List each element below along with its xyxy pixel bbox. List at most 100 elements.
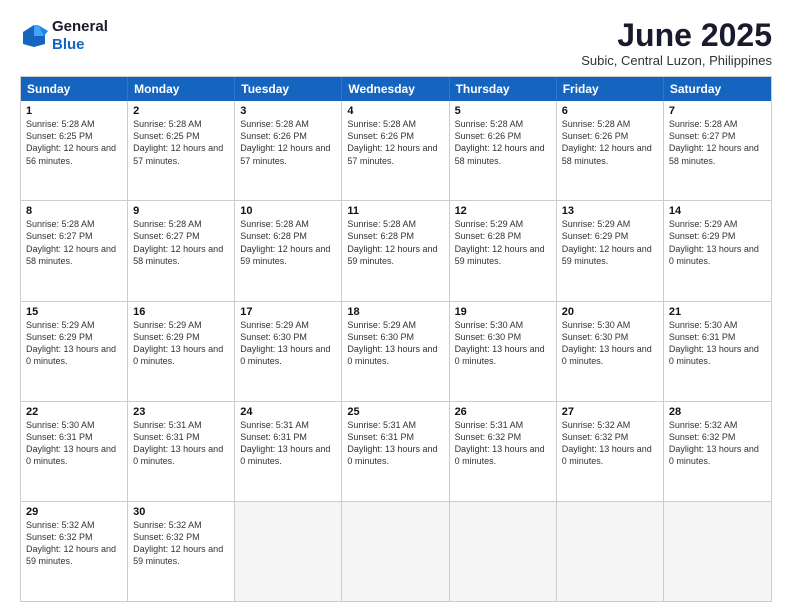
- cal-row-2: 8 Sunrise: 5:28 AMSunset: 6:27 PMDayligh…: [21, 200, 771, 300]
- day-number: 22: [26, 406, 122, 418]
- day-info: Sunrise: 5:28 AMSunset: 6:27 PMDaylight:…: [133, 218, 229, 267]
- cell-2-thu: 12 Sunrise: 5:29 AMSunset: 6:28 PMDaylig…: [450, 201, 557, 300]
- cell-4-tue: 24 Sunrise: 5:31 AMSunset: 6:31 PMDaylig…: [235, 402, 342, 501]
- cal-row-4: 22 Sunrise: 5:30 AMSunset: 6:31 PMDaylig…: [21, 401, 771, 501]
- cell-5-sun: 29 Sunrise: 5:32 AMSunset: 6:32 PMDaylig…: [21, 502, 128, 601]
- weekday-monday: Monday: [128, 77, 235, 101]
- day-info: Sunrise: 5:31 AMSunset: 6:32 PMDaylight:…: [455, 419, 551, 468]
- day-info: Sunrise: 5:29 AMSunset: 6:30 PMDaylight:…: [240, 319, 336, 368]
- cell-2-tue: 10 Sunrise: 5:28 AMSunset: 6:28 PMDaylig…: [235, 201, 342, 300]
- day-info: Sunrise: 5:29 AMSunset: 6:29 PMDaylight:…: [669, 218, 766, 267]
- day-info: Sunrise: 5:28 AMSunset: 6:27 PMDaylight:…: [26, 218, 122, 267]
- day-info: Sunrise: 5:32 AMSunset: 6:32 PMDaylight:…: [133, 519, 229, 568]
- day-number: 16: [133, 306, 229, 318]
- day-info: Sunrise: 5:30 AMSunset: 6:31 PMDaylight:…: [26, 419, 122, 468]
- day-number: 29: [26, 506, 122, 518]
- cell-5-mon: 30 Sunrise: 5:32 AMSunset: 6:32 PMDaylig…: [128, 502, 235, 601]
- cell-1-mon: 2 Sunrise: 5:28 AMSunset: 6:25 PMDayligh…: [128, 101, 235, 200]
- day-info: Sunrise: 5:29 AMSunset: 6:30 PMDaylight:…: [347, 319, 443, 368]
- day-number: 3: [240, 105, 336, 117]
- month-title: June 2025: [581, 18, 772, 53]
- cell-4-sun: 22 Sunrise: 5:30 AMSunset: 6:31 PMDaylig…: [21, 402, 128, 501]
- cell-4-wed: 25 Sunrise: 5:31 AMSunset: 6:31 PMDaylig…: [342, 402, 449, 501]
- cal-row-3: 15 Sunrise: 5:29 AMSunset: 6:29 PMDaylig…: [21, 301, 771, 401]
- calendar-header: Sunday Monday Tuesday Wednesday Thursday…: [21, 77, 771, 101]
- cell-3-tue: 17 Sunrise: 5:29 AMSunset: 6:30 PMDaylig…: [235, 302, 342, 401]
- day-number: 24: [240, 406, 336, 418]
- day-info: Sunrise: 5:30 AMSunset: 6:31 PMDaylight:…: [669, 319, 766, 368]
- day-info: Sunrise: 5:29 AMSunset: 6:29 PMDaylight:…: [26, 319, 122, 368]
- logo-line2: Blue: [52, 36, 108, 54]
- cal-row-5: 29 Sunrise: 5:32 AMSunset: 6:32 PMDaylig…: [21, 501, 771, 601]
- day-number: 15: [26, 306, 122, 318]
- logo: General Blue: [20, 18, 108, 54]
- cell-2-wed: 11 Sunrise: 5:28 AMSunset: 6:28 PMDaylig…: [342, 201, 449, 300]
- day-info: Sunrise: 5:32 AMSunset: 6:32 PMDaylight:…: [562, 419, 658, 468]
- day-info: Sunrise: 5:28 AMSunset: 6:25 PMDaylight:…: [133, 118, 229, 167]
- day-info: Sunrise: 5:28 AMSunset: 6:26 PMDaylight:…: [455, 118, 551, 167]
- day-info: Sunrise: 5:32 AMSunset: 6:32 PMDaylight:…: [669, 419, 766, 468]
- day-info: Sunrise: 5:28 AMSunset: 6:27 PMDaylight:…: [669, 118, 766, 167]
- calendar: Sunday Monday Tuesday Wednesday Thursday…: [20, 76, 772, 602]
- day-number: 28: [669, 406, 766, 418]
- day-number: 20: [562, 306, 658, 318]
- weekday-sunday: Sunday: [21, 77, 128, 101]
- day-info: Sunrise: 5:28 AMSunset: 6:25 PMDaylight:…: [26, 118, 122, 167]
- calendar-body: 1 Sunrise: 5:28 AMSunset: 6:25 PMDayligh…: [21, 101, 771, 601]
- logo-text: General Blue: [52, 18, 108, 54]
- cell-3-sat: 21 Sunrise: 5:30 AMSunset: 6:31 PMDaylig…: [664, 302, 771, 401]
- day-info: Sunrise: 5:28 AMSunset: 6:26 PMDaylight:…: [347, 118, 443, 167]
- cell-1-thu: 5 Sunrise: 5:28 AMSunset: 6:26 PMDayligh…: [450, 101, 557, 200]
- cell-3-mon: 16 Sunrise: 5:29 AMSunset: 6:29 PMDaylig…: [128, 302, 235, 401]
- cell-3-wed: 18 Sunrise: 5:29 AMSunset: 6:30 PMDaylig…: [342, 302, 449, 401]
- weekday-wednesday: Wednesday: [342, 77, 449, 101]
- day-number: 19: [455, 306, 551, 318]
- day-number: 30: [133, 506, 229, 518]
- day-number: 23: [133, 406, 229, 418]
- day-number: 27: [562, 406, 658, 418]
- cell-1-tue: 3 Sunrise: 5:28 AMSunset: 6:26 PMDayligh…: [235, 101, 342, 200]
- cell-5-thu-empty: [450, 502, 557, 601]
- cell-5-wed-empty: [342, 502, 449, 601]
- cell-2-fri: 13 Sunrise: 5:29 AMSunset: 6:29 PMDaylig…: [557, 201, 664, 300]
- header: General Blue June 2025 Subic, Central Lu…: [20, 18, 772, 68]
- cell-2-sun: 8 Sunrise: 5:28 AMSunset: 6:27 PMDayligh…: [21, 201, 128, 300]
- cell-5-fri-empty: [557, 502, 664, 601]
- day-number: 2: [133, 105, 229, 117]
- cell-3-sun: 15 Sunrise: 5:29 AMSunset: 6:29 PMDaylig…: [21, 302, 128, 401]
- cell-4-mon: 23 Sunrise: 5:31 AMSunset: 6:31 PMDaylig…: [128, 402, 235, 501]
- day-number: 9: [133, 205, 229, 217]
- cell-1-fri: 6 Sunrise: 5:28 AMSunset: 6:26 PMDayligh…: [557, 101, 664, 200]
- day-info: Sunrise: 5:29 AMSunset: 6:29 PMDaylight:…: [133, 319, 229, 368]
- day-number: 25: [347, 406, 443, 418]
- cell-1-sun: 1 Sunrise: 5:28 AMSunset: 6:25 PMDayligh…: [21, 101, 128, 200]
- day-number: 7: [669, 105, 766, 117]
- day-number: 6: [562, 105, 658, 117]
- day-info: Sunrise: 5:31 AMSunset: 6:31 PMDaylight:…: [133, 419, 229, 468]
- day-info: Sunrise: 5:29 AMSunset: 6:29 PMDaylight:…: [562, 218, 658, 267]
- day-info: Sunrise: 5:28 AMSunset: 6:26 PMDaylight:…: [562, 118, 658, 167]
- logo-icon: [20, 22, 48, 50]
- day-info: Sunrise: 5:28 AMSunset: 6:26 PMDaylight:…: [240, 118, 336, 167]
- cell-5-sat-empty: [664, 502, 771, 601]
- day-info: Sunrise: 5:29 AMSunset: 6:28 PMDaylight:…: [455, 218, 551, 267]
- cell-4-thu: 26 Sunrise: 5:31 AMSunset: 6:32 PMDaylig…: [450, 402, 557, 501]
- day-number: 10: [240, 205, 336, 217]
- page: General Blue June 2025 Subic, Central Lu…: [0, 0, 792, 612]
- title-section: June 2025 Subic, Central Luzon, Philippi…: [581, 18, 772, 68]
- cell-5-tue-empty: [235, 502, 342, 601]
- day-number: 8: [26, 205, 122, 217]
- weekday-saturday: Saturday: [664, 77, 771, 101]
- day-number: 5: [455, 105, 551, 117]
- cal-row-1: 1 Sunrise: 5:28 AMSunset: 6:25 PMDayligh…: [21, 101, 771, 200]
- weekday-tuesday: Tuesday: [235, 77, 342, 101]
- location: Subic, Central Luzon, Philippines: [581, 53, 772, 68]
- cell-3-thu: 19 Sunrise: 5:30 AMSunset: 6:30 PMDaylig…: [450, 302, 557, 401]
- day-number: 14: [669, 205, 766, 217]
- day-number: 12: [455, 205, 551, 217]
- day-info: Sunrise: 5:28 AMSunset: 6:28 PMDaylight:…: [240, 218, 336, 267]
- day-number: 21: [669, 306, 766, 318]
- day-number: 18: [347, 306, 443, 318]
- weekday-friday: Friday: [557, 77, 664, 101]
- day-info: Sunrise: 5:32 AMSunset: 6:32 PMDaylight:…: [26, 519, 122, 568]
